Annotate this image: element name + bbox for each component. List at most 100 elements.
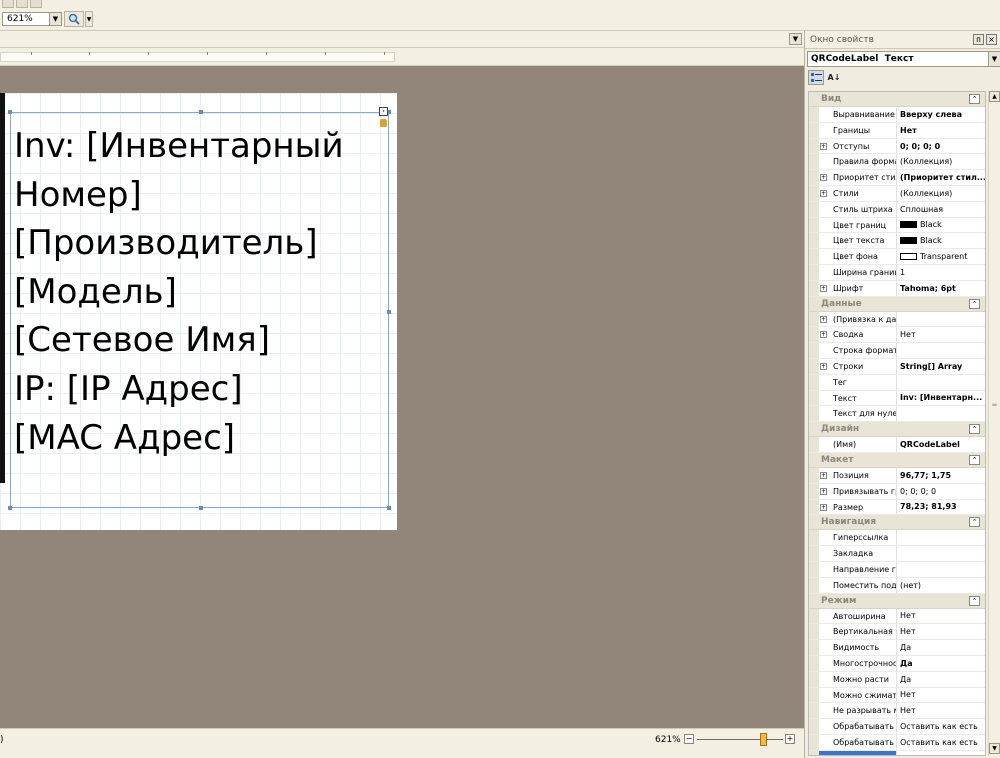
property-name[interactable]: Цвет фона [819,249,897,264]
property-name[interactable]: Видимость [819,640,897,655]
property-row[interactable]: Закладка [809,546,985,562]
property-row[interactable]: Границы Нет [809,122,985,139]
property-row[interactable]: Поместить под (нет) [809,577,985,594]
property-row[interactable]: Текст Inv: [Инвентарн... [809,390,985,407]
scroll-down-icon[interactable]: ▼ [989,743,1000,754]
adjacent-control-edge[interactable] [0,93,5,483]
property-row[interactable]: Вертикальная г Нет [809,624,985,641]
collapse-icon[interactable]: ⌃ [969,298,980,309]
pin-icon[interactable]: ᴨ [973,34,984,45]
property-name[interactable]: + Размер [819,499,897,515]
zoom-slider-track[interactable] [697,739,783,740]
design-surface[interactable]: › Inv: [Инвентарный Номер] [Производител… [0,66,804,728]
property-name[interactable]: + Строки [819,358,897,374]
property-value[interactable]: 78,23; 81,93 [897,500,985,515]
property-name[interactable]: Направление ги [819,561,897,577]
property-name[interactable]: + Шрифт [819,280,897,296]
property-value[interactable]: Transparent [897,249,985,264]
smart-tag-button[interactable]: › [379,107,388,116]
property-name[interactable]: Можно расти [819,671,897,687]
property-value[interactable] [897,375,985,390]
property-value[interactable] [897,406,985,421]
property-row[interactable]: Можно сжимать Нет [809,687,985,704]
property-row[interactable]: Многострочност Да [809,655,985,672]
scroll-grip-icon[interactable]: ═ [991,402,998,409]
property-row[interactable]: Гиперссылка [809,530,985,547]
property-value[interactable]: Inv: [Инвентарн... [897,391,985,406]
expand-icon[interactable]: + [820,331,827,339]
property-value[interactable]: Оставить как есть [897,719,985,734]
property-row[interactable]: + (Привязка к дан [809,311,985,328]
chevron-down-icon[interactable]: ▼ [49,13,61,25]
property-value[interactable]: (Коллекция) [897,186,985,201]
property-name[interactable]: + Приоритет стил [819,170,897,185]
property-name[interactable]: Правила формат [819,154,897,170]
property-value[interactable]: (Приоритет стил... [897,170,985,185]
zoom-button[interactable] [64,11,84,27]
toolbar-button-stub[interactable] [30,0,42,8]
property-row[interactable]: + Размер 78,23; 81,93 [809,499,985,516]
property-row[interactable]: Автоширина Нет [809,608,985,625]
collapse-icon[interactable]: ⌃ [969,424,980,435]
collapse-icon[interactable]: ⌃ [969,517,980,528]
property-value[interactable]: Нет [897,609,985,624]
toolbar-button-stub[interactable] [2,0,14,8]
property-name[interactable]: Стиль штриха г [819,201,897,217]
property-row[interactable]: Цвет границ Black [809,217,985,234]
property-row[interactable]: Ширина границ 1 [809,264,985,281]
property-name[interactable]: Многострочност [819,655,897,671]
chevron-down-icon[interactable]: ▼ [988,52,1000,66]
property-name[interactable]: Текст [819,390,897,406]
property-value[interactable]: Нет [897,624,985,639]
property-name[interactable]: + Отступы [819,138,897,154]
property-category[interactable]: Режим ⌃ [809,593,985,609]
property-name[interactable]: Цвет текста [819,233,897,249]
property-row[interactable]: + Сводка Нет [809,327,985,344]
resize-handle[interactable] [199,110,203,114]
property-value[interactable]: Нет [897,123,985,138]
property-row[interactable]: + Стили (Коллекция) [809,185,985,202]
object-selector[interactable]: QRCodeLabel Текст ▼ [807,51,1000,67]
property-name[interactable]: Обрабатывать [819,734,897,750]
zoom-menu-dropdown[interactable]: ▼ [85,11,93,27]
property-row[interactable]: Видимость Да [809,640,985,656]
property-value[interactable] [897,312,985,327]
property-row[interactable]: Можно расти Да [809,671,985,688]
collapse-icon[interactable]: ⌃ [969,454,980,465]
property-grid[interactable]: Вид ⌃ Выравнивание т Вверху слева Границы Нет… [808,91,986,756]
property-row[interactable]: + Шрифт Tahoma; 6pt [809,280,985,297]
property-row[interactable]: Правила формат (Коллекция) [809,154,985,171]
tab-list-dropdown[interactable]: ▼ [789,33,802,45]
close-icon[interactable]: × [986,34,997,45]
property-grid-scrollbar[interactable]: ▲ ═ ▼ [988,91,1000,756]
property-value[interactable]: Вверху слева [897,107,985,122]
property-category[interactable]: Вид ⌃ [809,92,985,107]
property-name[interactable]: Вертикальная г [819,624,897,640]
property-name[interactable]: Можно сжимать [819,687,897,703]
property-value[interactable]: String[] Array [897,359,985,374]
property-value[interactable]: 0; 0; 0; 0 [897,139,985,154]
property-row[interactable]: Стиль штриха г Сплошная [809,201,985,218]
property-value[interactable]: 1 [897,265,985,280]
property-value[interactable]: Да [897,640,985,655]
expand-icon[interactable]: + [820,189,827,197]
property-row[interactable]: Строка формат [809,343,985,359]
property-value[interactable]: (Коллекция) [897,154,985,169]
property-row[interactable]: Текст для нулев [809,406,985,423]
property-row[interactable]: + Отступы 0; 0; 0; 0 [809,138,985,155]
property-row[interactable]: Выравнивание т Вверху слева [809,107,985,123]
property-value[interactable]: Да [897,751,985,755]
resize-handle[interactable] [199,506,203,510]
property-name[interactable]: + Сводка [819,327,897,343]
property-name[interactable]: Границы [819,122,897,138]
property-row[interactable]: + Приоритет стил (Приоритет стил... [809,170,985,186]
property-row[interactable]: Не разрывать м Нет [809,703,985,720]
collapse-icon[interactable]: ⌃ [969,94,980,104]
property-value[interactable]: 96,77; 1,75 [897,468,985,483]
property-name[interactable]: Тег [819,374,897,390]
property-value[interactable] [897,343,985,358]
property-value[interactable] [897,530,985,545]
zoom-combobox-value[interactable]: 621% [3,14,49,24]
expand-icon[interactable]: + [820,503,827,511]
property-name[interactable]: Гиперссылка [819,530,897,546]
